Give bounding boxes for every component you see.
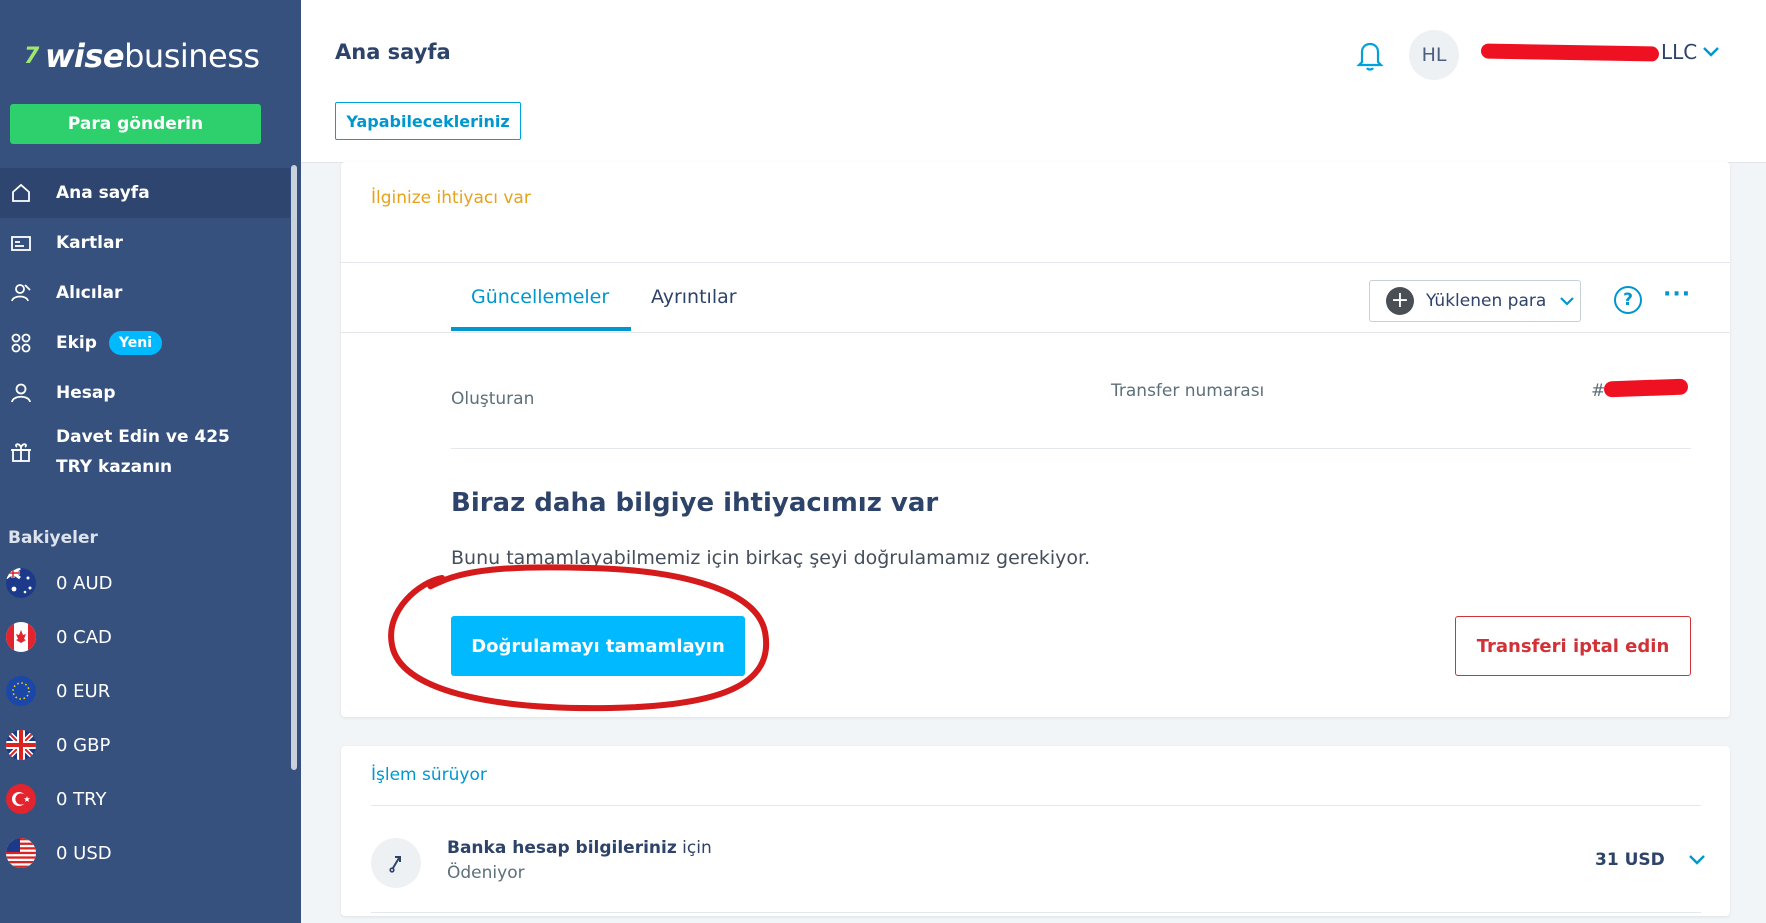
nav-label: Ana sayfa: [56, 183, 150, 203]
nav-item-recipients[interactable]: Alıcılar: [0, 268, 290, 318]
usa-flag-icon: [6, 838, 36, 868]
sidebar-scrollbar[interactable]: [291, 165, 297, 770]
nav-label: Ekip: [56, 333, 97, 353]
australia-flag-icon: [6, 568, 36, 598]
divider: [371, 805, 1701, 806]
canada-flag-icon: [6, 622, 36, 652]
wise-flag-icon: 7: [24, 43, 39, 69]
transfer-number-label: Transfer numarası: [1111, 381, 1265, 401]
transfer-number: #: [1591, 381, 1606, 401]
chevron-down-icon[interactable]: [1701, 44, 1721, 63]
turkey-flag-icon: [6, 784, 36, 814]
active-tab-indicator: [451, 327, 631, 331]
balance-label: 0 EUR: [56, 680, 111, 702]
balance-label: 0 USD: [56, 842, 112, 864]
account-name-suffix: LLC: [1661, 40, 1698, 64]
balance-usd[interactable]: 0 USD: [0, 828, 290, 878]
nav-label: Alıcılar: [56, 283, 123, 303]
todo-button[interactable]: Yapabilecekleriniz: [335, 102, 521, 140]
top-header: Ana sayfa Yapabilecekleriniz HL LLC: [301, 0, 1766, 163]
divider: [341, 332, 1730, 333]
nav-item-cards[interactable]: Kartlar: [0, 218, 290, 268]
balance-aud[interactable]: 0 AUD: [0, 558, 290, 608]
nav-item-invite[interactable]: Davet Edin ve 425 TRY kazanın: [0, 417, 290, 487]
info-title: Biraz daha bilgiye ihtiyacımız var: [451, 488, 939, 518]
transfer-arrow-icon: [371, 838, 421, 888]
new-badge: Yeni: [108, 331, 163, 355]
nav-label: Davet Edin ve 425 TRY kazanın: [56, 427, 230, 477]
uk-flag-icon: [6, 730, 36, 760]
balances-title: Bakiyeler: [8, 528, 98, 548]
help-icon[interactable]: ?: [1614, 286, 1642, 314]
nav-item-team[interactable]: Ekip Yeni: [0, 318, 290, 368]
balance-label: 0 TRY: [56, 788, 107, 810]
tab-details[interactable]: Ayrıntılar: [651, 286, 737, 308]
transaction-amount: 31 USD: [1595, 850, 1665, 870]
nav-item-home[interactable]: Ana sayfa: [0, 168, 290, 218]
balance-try[interactable]: 0 TRY: [0, 774, 290, 824]
processing-card: İşlem sürüyor Banka hesap bilgileriniz i…: [341, 746, 1730, 916]
nav-item-account[interactable]: Hesap: [0, 368, 290, 418]
needs-attention-label: İlginize ihtiyacı var: [371, 188, 531, 208]
balance-label: 0 GBP: [56, 734, 111, 756]
more-options-icon[interactable]: ···: [1663, 282, 1691, 307]
balance-cad[interactable]: 0 CAD: [0, 612, 290, 662]
recipients-icon: [10, 282, 32, 304]
plus-circle-icon: +: [1386, 287, 1414, 315]
complete-verification-button[interactable]: Doğrulamayı tamamlayın: [451, 616, 745, 676]
account-icon: [10, 382, 32, 404]
transaction-title-rest: için: [676, 838, 712, 858]
info-description: Bunu tamamlayabilmemiz için birkaç şeyi …: [451, 547, 1091, 569]
logo-wise-text: wise: [44, 37, 125, 75]
chevron-down-icon: [1558, 295, 1576, 307]
team-icon: [10, 332, 32, 354]
chevron-down-icon[interactable]: [1687, 852, 1707, 871]
cancel-transfer-button[interactable]: Transferi iptal edin: [1455, 616, 1691, 676]
send-money-button[interactable]: Para gönderin: [10, 104, 261, 144]
gift-icon: [10, 441, 32, 463]
balance-label: 0 CAD: [56, 626, 112, 648]
balance-eur[interactable]: 0 EUR: [0, 666, 290, 716]
home-icon: [10, 182, 32, 204]
select-label: Yüklenen para: [1426, 291, 1547, 311]
eu-flag-icon: [6, 676, 36, 706]
transaction-title-bold: Banka hesap bilgileriniz: [447, 838, 677, 858]
transaction-status: Ödeniyor: [447, 863, 525, 883]
sidebar: 7 wise business Para gönderin Ana sayfa …: [0, 0, 301, 923]
page-title: Ana sayfa: [335, 40, 451, 64]
transfer-card: İlginize ihtiyacı var Güncellemeler Ayrı…: [341, 162, 1730, 717]
processing-title: İşlem sürüyor: [371, 765, 487, 785]
redaction-mark: [1603, 378, 1689, 398]
balance-label: 0 AUD: [56, 572, 113, 594]
avatar[interactable]: HL: [1409, 30, 1459, 80]
divider: [341, 262, 1730, 263]
divider: [451, 448, 1691, 449]
card-icon: [10, 232, 32, 254]
bell-icon[interactable]: [1355, 38, 1385, 72]
redaction-mark: [1480, 43, 1660, 62]
created-by-label: Oluşturan: [451, 389, 535, 409]
uploaded-money-select[interactable]: + Yüklenen para: [1369, 280, 1581, 322]
nav-label: Hesap: [56, 383, 116, 403]
wise-business-logo[interactable]: 7 wise business: [24, 36, 260, 76]
nav-label: Kartlar: [56, 233, 123, 253]
tab-updates[interactable]: Güncellemeler: [471, 286, 609, 308]
divider: [371, 912, 1701, 913]
balance-gbp[interactable]: 0 GBP: [0, 720, 290, 770]
logo-business-text: business: [124, 37, 260, 75]
transaction-title[interactable]: Banka hesap bilgileriniz için: [447, 838, 712, 858]
